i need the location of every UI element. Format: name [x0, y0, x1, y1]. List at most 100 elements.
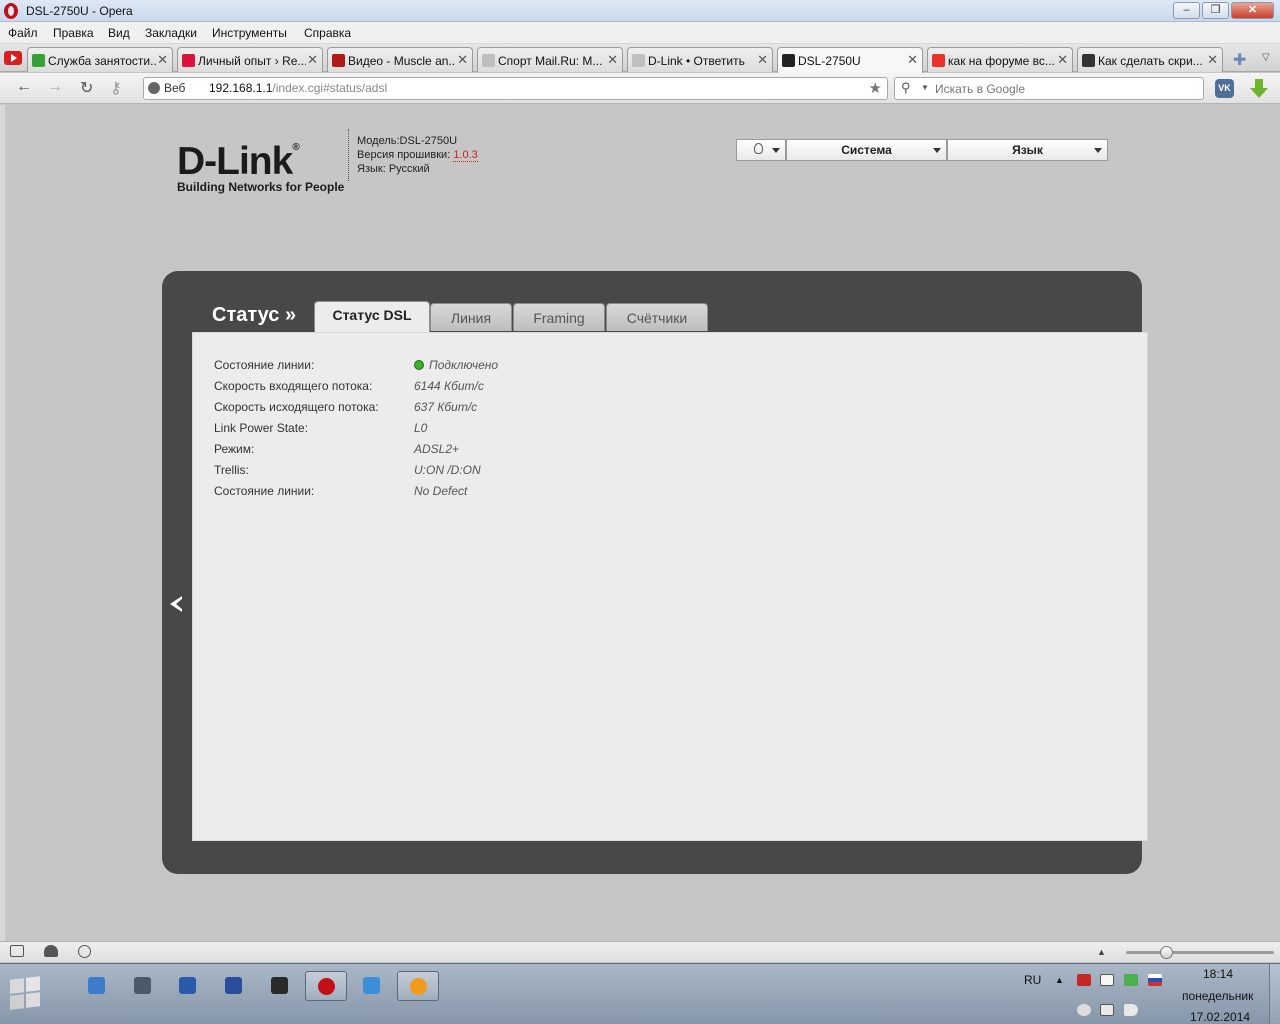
browser-tab[interactable]: как на форуме вс... ✕ — [927, 47, 1073, 72]
reload-button[interactable]: ↻ — [80, 78, 93, 98]
taskbar-app-button[interactable] — [122, 971, 164, 1001]
status-key: Скорость исходящего потока: — [214, 400, 379, 414]
vk-extension-button[interactable]: VK — [1215, 79, 1234, 98]
menu-view[interactable]: Вид — [108, 26, 130, 40]
menu-help[interactable]: Справка — [304, 26, 351, 40]
firmware-version-link[interactable]: 1.0.3 — [453, 149, 478, 162]
search-engine-dropdown-icon[interactable]: ▼ — [921, 83, 929, 92]
url-text[interactable]: 192.168.1.1/index.cgi#status/adsl — [209, 81, 387, 95]
status-value: L0 — [414, 421, 428, 435]
dlink-tagline: Building Networks for People — [177, 180, 345, 194]
search-field[interactable]: ⚲ ▼ Искать в Google — [894, 77, 1204, 100]
tab-framing[interactable]: Framing — [513, 303, 605, 331]
web-badge[interactable]: Веб — [148, 81, 185, 96]
browser-tab-bar: Служба занятости... ✕ Личный опыт › Re... ✕… — [0, 44, 1280, 73]
browser-tab[interactable]: Видео - Muscle an... ✕ — [327, 47, 473, 72]
start-button[interactable] — [8, 976, 44, 1012]
windows-taskbar: RU ▲ 18:14 понедельник 17.02.2014 — [0, 963, 1280, 1024]
clock-date[interactable]: 17.02.2014 — [1190, 1010, 1250, 1024]
tab-close-icon[interactable]: ✕ — [457, 52, 468, 68]
bookmark-star-icon[interactable]: ★ — [869, 79, 882, 97]
network-error-icon[interactable] — [1077, 974, 1091, 986]
browser-status-bar: ▲ — [0, 941, 1280, 962]
tab-favicon-icon — [32, 54, 45, 67]
mail-icon[interactable] — [1100, 974, 1114, 986]
language-menu-dropdown[interactable]: Язык — [947, 139, 1108, 161]
russia-flag-icon[interactable] — [1148, 974, 1162, 986]
game-app-icon — [271, 977, 288, 994]
tab-close-icon[interactable]: ✕ — [1057, 52, 1068, 68]
show-desktop-button[interactable] — [1269, 964, 1280, 1024]
browser-tab[interactable]: Как сделать скри... ✕ — [1077, 47, 1223, 72]
window-title: DSL-2750U - Opera — [26, 4, 133, 18]
web-page: D-Link® Building Networks for People Мод… — [5, 105, 1280, 941]
taskbar-app-button[interactable] — [305, 971, 347, 1001]
windows-logo-pane — [10, 994, 24, 1010]
menu-file[interactable]: Файл — [8, 26, 38, 40]
ie-app-icon — [363, 977, 380, 994]
taskbar-app-button[interactable] — [397, 971, 439, 1001]
browser-tab[interactable]: Спорт Mail.Ru: M... ✕ — [477, 47, 623, 72]
minimize-button[interactable]: – — [1173, 2, 1200, 19]
taskbar-app-button[interactable] — [259, 971, 301, 1001]
key-icon[interactable]: ⚷ — [110, 78, 122, 98]
menu-bookmarks[interactable]: Закладки — [145, 26, 197, 40]
section-title[interactable]: Статус » — [212, 304, 296, 327]
close-window-button[interactable]: ✕ — [1231, 2, 1274, 19]
tab-list-button[interactable]: ▽ — [1262, 52, 1270, 63]
taskbar-app-button[interactable] — [351, 971, 393, 1001]
tab-close-icon[interactable]: ✕ — [757, 52, 768, 68]
system-menu-dropdown[interactable]: Система — [786, 139, 947, 161]
input-language-indicator[interactable]: RU — [1024, 973, 1041, 987]
browser-tab[interactable]: D-Link • Ответить ✕ — [627, 47, 773, 72]
tab-line[interactable]: Линия — [430, 303, 512, 331]
search-placeholder: Искать в Google — [935, 82, 1026, 96]
browser-tab[interactable]: Личный опыт › Re... ✕ — [177, 47, 323, 72]
taskbar-app-button[interactable] — [167, 971, 209, 1001]
address-field[interactable]: Веб 192.168.1.1/index.cgi#status/adsl ★ — [143, 77, 888, 100]
taskbar-app-button[interactable] — [76, 971, 118, 1001]
tab-close-icon[interactable]: ✕ — [1207, 52, 1218, 68]
new-tab-button[interactable]: ✚ — [1233, 50, 1246, 70]
tips-dropdown[interactable] — [736, 139, 786, 161]
youtube-pinned-icon[interactable] — [4, 51, 22, 65]
panel-toggle-icon[interactable] — [10, 945, 24, 957]
tab-dsl-status[interactable]: Статус DSL — [314, 301, 430, 332]
status-panel: Статус » Статус DSL Линия Framing Счётчи… — [162, 271, 1148, 874]
tab-counters[interactable]: Счётчики — [606, 303, 708, 331]
clock-time[interactable]: 18:14 — [1203, 967, 1233, 981]
status-key: Link Power State: — [214, 421, 309, 435]
tab-label: Служба занятости... — [48, 54, 156, 68]
tab-close-icon[interactable]: ✕ — [157, 52, 168, 68]
windows-logo-pane — [26, 976, 40, 992]
view-options-icon[interactable]: ▲ — [1097, 947, 1106, 957]
clock-day[interactable]: понедельник — [1182, 989, 1253, 1003]
browser-tab[interactable]: Служба занятости... ✕ — [27, 47, 173, 72]
download-icon[interactable] — [1250, 79, 1268, 99]
update-icon[interactable] — [1124, 974, 1138, 986]
taskbar-app-button[interactable] — [213, 971, 255, 1001]
volume-icon[interactable] — [1124, 1004, 1138, 1016]
browser-tab[interactable]: DSL-2750U ✕ — [777, 47, 923, 73]
security-shield-icon[interactable] — [1077, 1004, 1091, 1016]
restore-button[interactable]: ❐ — [1202, 2, 1229, 19]
chevron-down-icon — [772, 148, 780, 153]
tab-label: Спорт Mail.Ru: M... — [498, 54, 603, 68]
menu-tools[interactable]: Инструменты — [212, 26, 287, 40]
forward-button[interactable]: → — [47, 78, 63, 96]
menu-edit[interactable]: Правка — [53, 26, 94, 40]
tab-favicon-icon — [1082, 54, 1095, 67]
zoom-slider[interactable] — [1126, 951, 1274, 954]
tab-label: Как сделать скри... — [1098, 54, 1203, 68]
zoom-slider-handle[interactable] — [1160, 946, 1173, 959]
device-info: Модель:DSL-2750U Версия прошивки: 1.0.3 … — [357, 134, 478, 176]
show-hidden-icons-button[interactable]: ▲ — [1055, 975, 1064, 985]
tab-close-icon[interactable]: ✕ — [307, 52, 318, 68]
tab-close-icon[interactable]: ✕ — [907, 52, 918, 68]
back-button[interactable]: ← — [16, 78, 32, 96]
network-monitor-icon[interactable] — [1100, 1004, 1114, 1016]
cloud-sync-icon[interactable] — [44, 945, 58, 957]
dlink-logo: D-Link® Building Networks for People — [177, 128, 345, 195]
tab-close-icon[interactable]: ✕ — [607, 52, 618, 68]
speed-dial-icon[interactable] — [78, 945, 91, 958]
